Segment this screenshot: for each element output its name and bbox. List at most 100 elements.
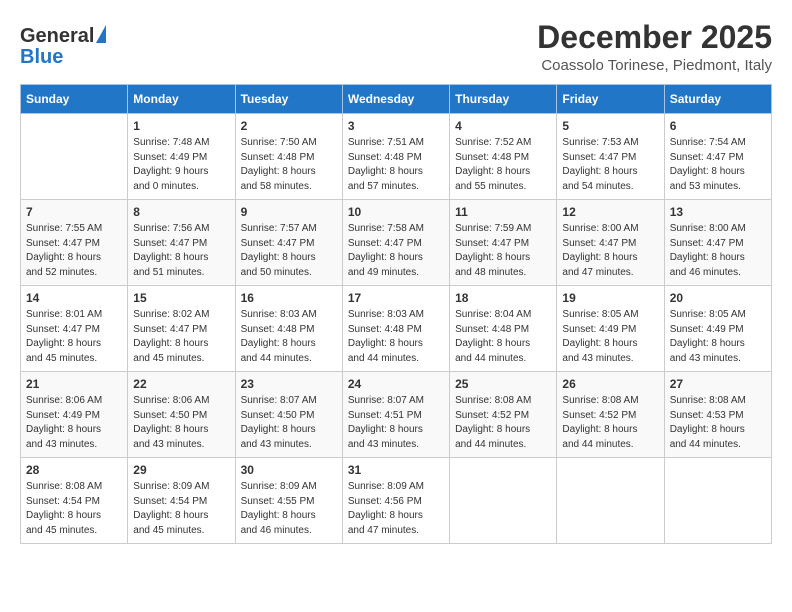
day-info: Sunrise: 7:55 AM Sunset: 4:47 PM Dayligh… <box>26 222 122 280</box>
weekday-header: Thursday <box>450 85 557 114</box>
day-info: Sunrise: 8:02 AM Sunset: 4:47 PM Dayligh… <box>133 308 229 366</box>
calendar-day-cell: 9 Sunrise: 7:57 AM Sunset: 4:47 PM Daylig… <box>235 200 342 286</box>
calendar-day-cell: 14 Sunrise: 8:01 AM Sunset: 4:47 PM Dayli… <box>21 286 128 372</box>
day-number: 31 <box>348 463 444 477</box>
calendar-header: SundayMondayTuesdayWednesdayThursdayFrid… <box>21 85 772 114</box>
day-info: Sunrise: 8:00 AM Sunset: 4:47 PM Dayligh… <box>562 222 658 280</box>
weekday-header: Tuesday <box>235 85 342 114</box>
calendar-day-cell: 31 Sunrise: 8:09 AM Sunset: 4:56 PM Dayli… <box>342 458 449 544</box>
day-number: 23 <box>241 377 337 391</box>
day-number: 10 <box>348 205 444 219</box>
day-info: Sunrise: 7:54 AM Sunset: 4:47 PM Dayligh… <box>670 136 766 194</box>
weekday-header: Wednesday <box>342 85 449 114</box>
day-number: 20 <box>670 291 766 305</box>
calendar-day-cell <box>557 458 664 544</box>
logo-blue-text: Blue <box>20 46 63 69</box>
day-number: 22 <box>133 377 229 391</box>
day-info: Sunrise: 7:59 AM Sunset: 4:47 PM Dayligh… <box>455 222 551 280</box>
calendar-week-row: 1 Sunrise: 7:48 AM Sunset: 4:49 PM Daylig… <box>21 114 772 200</box>
day-number: 17 <box>348 291 444 305</box>
day-number: 6 <box>670 119 766 133</box>
calendar-day-cell: 25 Sunrise: 8:08 AM Sunset: 4:52 PM Dayli… <box>450 372 557 458</box>
weekday-row: SundayMondayTuesdayWednesdayThursdayFrid… <box>21 85 772 114</box>
day-info: Sunrise: 8:07 AM Sunset: 4:51 PM Dayligh… <box>348 394 444 452</box>
day-number: 24 <box>348 377 444 391</box>
day-number: 28 <box>26 463 122 477</box>
calendar-day-cell: 16 Sunrise: 8:03 AM Sunset: 4:48 PM Dayli… <box>235 286 342 372</box>
weekday-header: Sunday <box>21 85 128 114</box>
calendar-day-cell: 20 Sunrise: 8:05 AM Sunset: 4:49 PM Dayli… <box>664 286 771 372</box>
day-info: Sunrise: 8:05 AM Sunset: 4:49 PM Dayligh… <box>562 308 658 366</box>
day-info: Sunrise: 8:03 AM Sunset: 4:48 PM Dayligh… <box>241 308 337 366</box>
calendar-day-cell: 6 Sunrise: 7:54 AM Sunset: 4:47 PM Daylig… <box>664 114 771 200</box>
calendar-day-cell: 19Sunrise: 8:05 AM Sunset: 4:49 PM Dayli… <box>557 286 664 372</box>
day-info: Sunrise: 7:53 AM Sunset: 4:47 PM Dayligh… <box>562 136 658 194</box>
day-info: Sunrise: 7:56 AM Sunset: 4:47 PM Dayligh… <box>133 222 229 280</box>
day-number: 8 <box>133 205 229 219</box>
calendar-day-cell: 12Sunrise: 8:00 AM Sunset: 4:47 PM Dayli… <box>557 200 664 286</box>
logo-triangle-icon <box>96 25 106 43</box>
day-number: 30 <box>241 463 337 477</box>
day-number: 18 <box>455 291 551 305</box>
calendar-day-cell: 28 Sunrise: 8:08 AM Sunset: 4:54 PM Dayli… <box>21 458 128 544</box>
day-info: Sunrise: 7:50 AM Sunset: 4:48 PM Dayligh… <box>241 136 337 194</box>
day-info: Sunrise: 7:57 AM Sunset: 4:47 PM Dayligh… <box>241 222 337 280</box>
day-info: Sunrise: 8:06 AM Sunset: 4:49 PM Dayligh… <box>26 394 122 452</box>
day-info: Sunrise: 8:08 AM Sunset: 4:54 PM Dayligh… <box>26 480 122 538</box>
day-number: 16 <box>241 291 337 305</box>
calendar-day-cell: 30Sunrise: 8:09 AM Sunset: 4:55 PM Dayli… <box>235 458 342 544</box>
calendar-day-cell: 7 Sunrise: 7:55 AM Sunset: 4:47 PM Daylig… <box>21 200 128 286</box>
day-number: 11 <box>455 205 551 219</box>
calendar-day-cell: 27 Sunrise: 8:08 AM Sunset: 4:53 PM Dayli… <box>664 372 771 458</box>
day-number: 27 <box>670 377 766 391</box>
day-number: 13 <box>670 205 766 219</box>
day-info: Sunrise: 8:08 AM Sunset: 4:53 PM Dayligh… <box>670 394 766 452</box>
calendar-day-cell <box>450 458 557 544</box>
calendar-day-cell: 8 Sunrise: 7:56 AM Sunset: 4:47 PM Daylig… <box>128 200 235 286</box>
location-subtitle: Coassolo Torinese, Piedmont, Italy <box>537 57 772 74</box>
day-info: Sunrise: 8:07 AM Sunset: 4:50 PM Dayligh… <box>241 394 337 452</box>
day-info: Sunrise: 7:51 AM Sunset: 4:48 PM Dayligh… <box>348 136 444 194</box>
day-info: Sunrise: 8:08 AM Sunset: 4:52 PM Dayligh… <box>562 394 658 452</box>
calendar-day-cell: 2Sunrise: 7:50 AM Sunset: 4:48 PM Daylig… <box>235 114 342 200</box>
calendar-table: SundayMondayTuesdayWednesdayThursdayFrid… <box>20 84 772 544</box>
calendar-day-cell: 3 Sunrise: 7:51 AM Sunset: 4:48 PM Daylig… <box>342 114 449 200</box>
logo: General Blue <box>20 26 104 69</box>
weekday-header: Saturday <box>664 85 771 114</box>
calendar-day-cell: 1 Sunrise: 7:48 AM Sunset: 4:49 PM Daylig… <box>128 114 235 200</box>
day-number: 25 <box>455 377 551 391</box>
day-number: 15 <box>133 291 229 305</box>
day-info: Sunrise: 8:01 AM Sunset: 4:47 PM Dayligh… <box>26 308 122 366</box>
calendar-week-row: 28 Sunrise: 8:08 AM Sunset: 4:54 PM Dayli… <box>21 458 772 544</box>
day-info: Sunrise: 8:09 AM Sunset: 4:54 PM Dayligh… <box>133 480 229 538</box>
calendar-day-cell: 23 Sunrise: 8:07 AM Sunset: 4:50 PM Dayli… <box>235 372 342 458</box>
calendar-day-cell: 13 Sunrise: 8:00 AM Sunset: 4:47 PM Dayli… <box>664 200 771 286</box>
day-info: Sunrise: 8:09 AM Sunset: 4:56 PM Dayligh… <box>348 480 444 538</box>
day-number: 7 <box>26 205 122 219</box>
calendar-day-cell: 11 Sunrise: 7:59 AM Sunset: 4:47 PM Dayli… <box>450 200 557 286</box>
calendar-day-cell <box>664 458 771 544</box>
day-number: 3 <box>348 119 444 133</box>
calendar-week-row: 21Sunrise: 8:06 AM Sunset: 4:49 PM Dayli… <box>21 372 772 458</box>
day-info: Sunrise: 8:06 AM Sunset: 4:50 PM Dayligh… <box>133 394 229 452</box>
calendar-week-row: 14 Sunrise: 8:01 AM Sunset: 4:47 PM Dayli… <box>21 286 772 372</box>
day-info: Sunrise: 8:08 AM Sunset: 4:52 PM Dayligh… <box>455 394 551 452</box>
calendar-day-cell: 22 Sunrise: 8:06 AM Sunset: 4:50 PM Dayli… <box>128 372 235 458</box>
day-number: 4 <box>455 119 551 133</box>
title-area: December 2025 Coassolo Torinese, Piedmon… <box>537 20 772 74</box>
calendar-day-cell: 24 Sunrise: 8:07 AM Sunset: 4:51 PM Dayli… <box>342 372 449 458</box>
day-number: 14 <box>26 291 122 305</box>
day-number: 9 <box>241 205 337 219</box>
calendar-day-cell: 18Sunrise: 8:04 AM Sunset: 4:48 PM Dayli… <box>450 286 557 372</box>
day-number: 26 <box>562 377 658 391</box>
logo-general-text: General <box>20 26 94 46</box>
day-number: 5 <box>562 119 658 133</box>
day-info: Sunrise: 8:05 AM Sunset: 4:49 PM Dayligh… <box>670 308 766 366</box>
calendar-day-cell: 10Sunrise: 7:58 AM Sunset: 4:47 PM Dayli… <box>342 200 449 286</box>
day-info: Sunrise: 7:48 AM Sunset: 4:49 PM Dayligh… <box>133 136 229 194</box>
weekday-header: Friday <box>557 85 664 114</box>
day-number: 1 <box>133 119 229 133</box>
calendar-day-cell: 4Sunrise: 7:52 AM Sunset: 4:48 PM Daylig… <box>450 114 557 200</box>
day-info: Sunrise: 8:03 AM Sunset: 4:48 PM Dayligh… <box>348 308 444 366</box>
day-info: Sunrise: 8:00 AM Sunset: 4:47 PM Dayligh… <box>670 222 766 280</box>
